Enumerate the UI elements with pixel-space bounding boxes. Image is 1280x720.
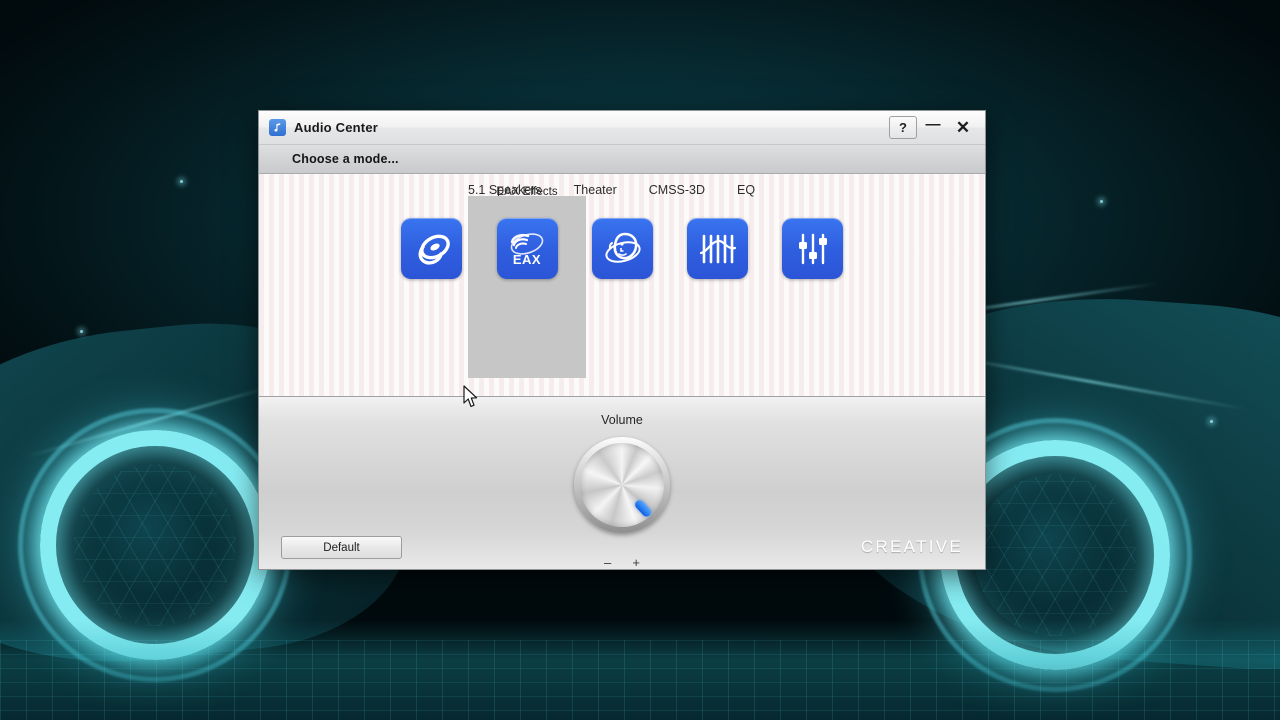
volume-label: Volume xyxy=(601,413,643,427)
volume-plus-label: + xyxy=(632,555,640,570)
bottom-control-panel: Volume – + Default CREATIVE xyxy=(259,397,985,569)
mode-button-eax-effects[interactable]: EAX Effects EAX xyxy=(468,186,586,378)
speaker-cone-icon xyxy=(401,218,462,279)
mode-button-cmss-3d[interactable] xyxy=(592,218,653,279)
eax-logo-icon: EAX xyxy=(496,218,558,279)
svg-text:EAX: EAX xyxy=(513,252,541,267)
mode-button-speaker-settings[interactable] xyxy=(401,218,462,279)
audio-center-window: Audio Center ? — ✕ Choose a mode... 5.1 … xyxy=(258,110,986,570)
close-button[interactable]: ✕ xyxy=(949,116,977,140)
mode-tooltip-label: EAX Effects xyxy=(496,186,558,198)
window-controls: ? — ✕ xyxy=(889,112,977,143)
main-content-panel: 5.1 Speakers Theater CMSS-3D EQ EAX Effe… xyxy=(259,174,985,397)
frequency-bars-icon xyxy=(687,218,748,279)
tab-eq[interactable]: EQ xyxy=(737,183,755,197)
mode-button-mixer[interactable] xyxy=(782,218,843,279)
tab-cmss-3d[interactable]: CMSS-3D xyxy=(649,183,705,197)
head-surround-icon xyxy=(592,218,653,279)
desktop-background: Audio Center ? — ✕ Choose a mode... 5.1 … xyxy=(0,0,1280,720)
mode-bar: Choose a mode... xyxy=(259,145,985,174)
window-titlebar: Audio Center ? — ✕ xyxy=(259,111,985,145)
mode-icon-row: EAX Effects EAX xyxy=(259,186,985,378)
default-button[interactable]: Default xyxy=(281,536,402,559)
mode-button-crossover[interactable] xyxy=(687,218,748,279)
volume-knob[interactable]: – + xyxy=(574,437,670,569)
volume-minus-label: – xyxy=(604,555,612,570)
mixer-sliders-icon xyxy=(782,218,843,279)
help-button[interactable]: ? xyxy=(889,116,917,139)
window-title: Audio Center xyxy=(294,120,379,135)
volume-knob-face xyxy=(580,443,664,527)
mode-bar-label: Choose a mode... xyxy=(292,152,399,166)
minimize-button[interactable]: — xyxy=(919,112,947,143)
wallpaper-grid xyxy=(0,640,1280,720)
music-note-icon xyxy=(269,119,286,136)
creative-logo: CREATIVE xyxy=(860,537,963,556)
tab-strip: 5.1 Speakers Theater CMSS-3D EQ xyxy=(259,174,985,197)
